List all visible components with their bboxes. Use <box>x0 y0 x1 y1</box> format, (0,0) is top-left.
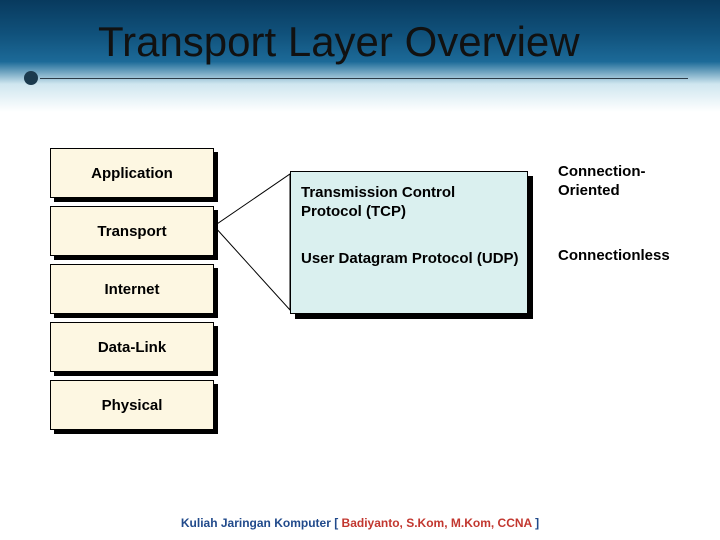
layer-label: Internet <box>104 281 159 298</box>
protocol-box: Transmission Control Protocol (TCP) User… <box>290 171 540 321</box>
annotation-connectionless: Connectionless <box>558 247 698 266</box>
layer-physical: Physical <box>50 380 214 430</box>
layer-datalink: Data-Link <box>50 322 214 372</box>
footer-left: Kuliah Jaringan Komputer [ <box>181 516 342 530</box>
box-face: Physical <box>50 380 214 430</box>
footer-right: ] <box>532 516 539 530</box>
layer-label: Transport <box>97 223 166 240</box>
annotation-connection-oriented: Connection-Oriented <box>558 163 698 201</box>
box-face: Transport <box>50 206 214 256</box>
layer-transport: Transport <box>50 206 214 256</box>
layer-internet: Internet <box>50 264 214 314</box>
box-face: Application <box>50 148 214 198</box>
layer-label: Data-Link <box>98 339 166 356</box>
connector-lines <box>214 170 294 315</box>
footer-credit: Kuliah Jaringan Komputer [ Badiyanto, S.… <box>0 516 720 530</box>
slide-title: Transport Layer Overview <box>98 18 580 66</box>
title-bullet-icon <box>24 71 38 85</box>
footer-name: Badiyanto, S.Kom, M.Kom, CCNA <box>342 516 532 530</box>
title-underline <box>40 78 688 79</box>
protocol-tcp-label: Transmission Control Protocol (TCP) <box>301 184 519 222</box>
layer-label: Application <box>91 165 173 182</box>
protocol-udp-label: User Datagram Protocol (UDP) <box>301 250 519 269</box>
layer-stack: Application Transport Internet Data-Link… <box>50 148 226 438</box>
slide: Transport Layer Overview Application Tra… <box>0 0 720 540</box>
layer-label: Physical <box>102 397 163 414</box>
box-face: Transmission Control Protocol (TCP) User… <box>290 171 528 314</box>
layer-application: Application <box>50 148 214 198</box>
box-face: Data-Link <box>50 322 214 372</box>
box-face: Internet <box>50 264 214 314</box>
